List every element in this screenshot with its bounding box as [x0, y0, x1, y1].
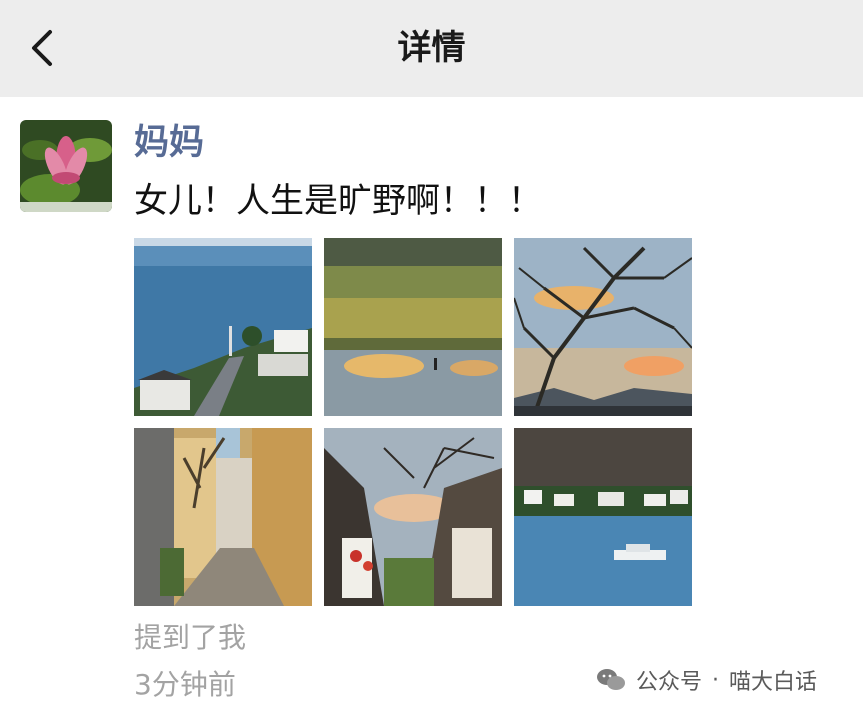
tree-sunset-photo [514, 238, 692, 416]
author-name[interactable]: 妈妈 [134, 118, 204, 168]
avatar[interactable] [20, 120, 112, 212]
photo-1[interactable] [134, 238, 312, 416]
wechat-icon [597, 669, 625, 690]
post-text: 女儿！人生是旷野啊！！！ [134, 181, 542, 221]
photo-3[interactable] [514, 238, 692, 416]
lake-boat-photo [514, 428, 692, 606]
courtyard-tree-photo [324, 428, 502, 606]
old-town-alley-photo [134, 428, 312, 606]
wetland-reflection-photo [324, 238, 502, 416]
photo-6[interactable] [514, 428, 692, 606]
watermark-separator: · [712, 667, 720, 693]
watermark-platform: 公众号 [636, 670, 703, 695]
mention-label: 提到了我 [134, 621, 247, 654]
page-title: 详情 [397, 28, 466, 68]
top-bar: 详情 [0, 0, 863, 97]
lotus-flower-avatar-image [20, 120, 112, 212]
watermark-account: 喵大白话 [729, 670, 818, 695]
photo-4[interactable] [134, 428, 312, 606]
photo-5[interactable] [324, 428, 502, 606]
timestamp: 3分钟前 [134, 668, 236, 701]
lake-village-photo [134, 238, 312, 416]
photo-2[interactable] [324, 238, 502, 416]
watermark: 公众号 · 喵大白话 [596, 660, 846, 700]
